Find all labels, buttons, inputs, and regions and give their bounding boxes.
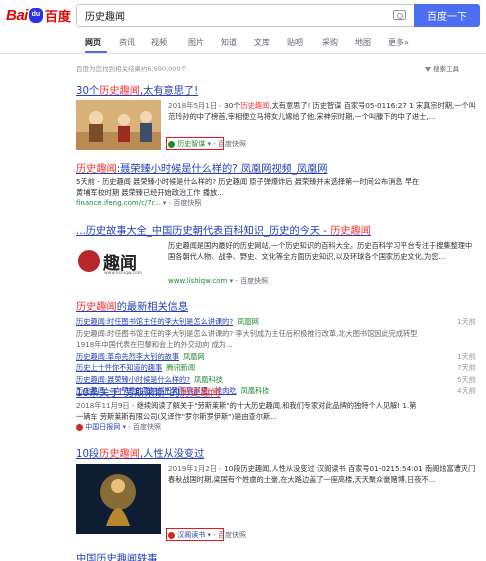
news-title[interactable]: 历史上十件你不知道的趣事 — [76, 362, 162, 374]
baidu-logo[interactable]: Bai du 百度 — [6, 5, 71, 25]
result-url[interactable]: www.lishiqw.com — [168, 277, 227, 285]
news-source: 腾讯新闻 — [166, 363, 196, 372]
result-count: 百度为您找到相关结果约6,690,000个 — [76, 65, 188, 73]
result-url[interactable]: finance.ifeng.com/c/7r... — [76, 199, 161, 207]
result-2-abstract: 5天前 - 历史趣闻 聂荣臻小时候是什么样的? 历史趣闻 原子弹爆炸后 聂荣臻并… — [76, 177, 420, 197]
source-name[interactable]: 汉阁读书 — [177, 531, 205, 539]
tab-video[interactable]: 视频 — [151, 37, 167, 48]
source-name[interactable]: 历史智谋 — [177, 140, 205, 148]
source-avatar-icon — [168, 531, 175, 539]
news-source: 凤凰网 — [237, 317, 259, 326]
search-tools-label: 搜索工具 — [433, 65, 459, 73]
result-6-thumbnail[interactable] — [76, 464, 161, 534]
logo-bai-text: Bai — [6, 6, 28, 24]
search-tabs: 网页 资讯 视频 图片 知道 文库 贴吧 采购 地图 更多» — [0, 30, 486, 54]
result-1-thumbnail[interactable] — [76, 100, 161, 150]
result-5: 10条关于"劳斯莱斯"的历史趣闻 2018年11月9日 - 继续阅读了解关于"劳… — [76, 387, 476, 433]
result-1-source: 历史智谋 ▾ - 百度快照 — [168, 139, 246, 150]
search-tools[interactable]: 搜索工具 — [425, 63, 459, 73]
news-title[interactable]: 历史趣闻:聂荣臻小时候是什么样的? — [76, 374, 190, 386]
logo-seal-icon — [78, 250, 100, 272]
logo-paw-text: du — [31, 10, 41, 18]
news-source: 凤凰网 — [183, 351, 205, 361]
news-block: 历史趣闻的最新相关信息 历史趣闻:时任图书馆主任的李大钊是怎么讲课的? 凤凰网 1天… — [76, 301, 476, 397]
news-date: 1天前 — [457, 351, 476, 361]
news-row[interactable]: 历史趣闻:聂荣臻小时候是什么样的? 凤凰科技 5天前 — [76, 374, 476, 386]
search-box — [76, 4, 414, 27]
result-3-source: www.lishiqw.com ▾ - 百度快照 — [168, 277, 269, 285]
snapshot-link[interactable]: 百度快照 — [173, 199, 201, 207]
tab-tieba[interactable]: 贴吧 — [287, 37, 303, 48]
result-5-abstract: 2018年11月9日 - 继续阅读了解关于"劳斯莱斯"的十大历史趣闻,和我们专家… — [76, 401, 417, 421]
logo-subtext: www.lishiqw.com — [104, 271, 143, 276]
snapshot-link[interactable]: 百度快照 — [133, 423, 161, 431]
paw-icon: du — [28, 7, 43, 23]
tab-wenku[interactable]: 文库 — [254, 37, 270, 48]
result-6: 10段历史趣闻,人性从没变过 2019年1月2日 - 10段历史趣闻,人性从没变… — [76, 448, 476, 541]
tab-web[interactable]: 网页 — [85, 37, 101, 48]
news-row[interactable]: 历史趣闻:革命先烈李大钊的故事 凤凰网 1天前 — [76, 351, 476, 363]
news-row[interactable]: 历史上十件你不知道的趣事 腾讯新闻 7天前 — [76, 362, 476, 374]
header: Bai du 百度 百度一下 — [0, 0, 486, 30]
result-1-abstract: 2018年5月1日 - 30个历史趣闻,太有意思了! 历史智谋 百家号05-01… — [168, 101, 476, 121]
tab-caigou[interactable]: 采购 — [322, 37, 338, 48]
news-title[interactable]: 历史趣闻:革命先烈李大钊的故事 — [76, 351, 179, 363]
result-3-title[interactable]: ...历史故事大全_中国历史朝代表百科知识_历史的今天 - 历史趣闻 — [76, 225, 476, 238]
filter-icon — [425, 66, 431, 72]
lishiqw-logo[interactable]: 趣闻 www.lishiqw.com — [76, 241, 161, 281]
tab-map[interactable]: 地图 — [355, 37, 371, 48]
tab-news[interactable]: 资讯 — [119, 37, 135, 48]
result-1-title[interactable]: 30个历史趣闻,太有意思了! — [76, 85, 476, 98]
result-5-title[interactable]: 10条关于"劳斯莱斯"的历史趣闻 — [76, 387, 476, 400]
snapshot-link[interactable]: 百度快照 — [218, 140, 246, 148]
search-button[interactable]: 百度一下 — [414, 4, 480, 27]
result-1: 30个历史趣闻,太有意思了! 2018年5月1日 - 30个历史趣闻,太有意思了… — [76, 85, 476, 150]
result-5-source: 中国日报网 ▾ - 百度快照 — [76, 422, 476, 433]
result-6-abstract: 2019年1月2日 - 10段历史趣闻,人性从没变过 汉阁读书 百家号01-02… — [168, 464, 476, 484]
source-avatar-icon — [168, 140, 175, 148]
news-source: 凤凰科技 — [194, 374, 223, 384]
source-avatar-icon — [76, 423, 83, 431]
snapshot-link[interactable]: 百度快照 — [240, 277, 268, 285]
result-7-title[interactable]: 中国历史趣闻轶事 — [76, 553, 476, 561]
result-3-abstract: 历史趣闻是国内最好的历史网站,一个历史知识的百科大全。历史百科学习平台专注于搜集… — [168, 241, 473, 261]
news-date: 5天前 — [457, 374, 476, 384]
news-title[interactable]: 历史趣闻:时任图书馆主任的李大钊是怎么讲课的? — [76, 316, 233, 328]
snapshot-link[interactable]: 百度快照 — [218, 531, 246, 539]
tab-zhidao[interactable]: 知道 — [221, 37, 237, 48]
search-input[interactable] — [77, 5, 377, 26]
result-2-title[interactable]: 历史趣闻:聂荣臻小时候是什么样的? 凤凰网视频_凤凰网 — [76, 163, 476, 176]
result-6-title[interactable]: 10段历史趣闻,人性从没变过 — [76, 448, 476, 461]
news-block-title[interactable]: 历史趣闻的最新相关信息 — [76, 301, 476, 314]
result-3: ...历史故事大全_中国历史朝代表百科知识_历史的今天 - 历史趣闻 趣闻 ww… — [76, 225, 476, 285]
news-row[interactable]: 历史趣闻:时任图书馆主任的李大钊是怎么讲课的? 凤凰网 1天前 — [76, 316, 476, 328]
source-name[interactable]: 中国日报网 — [85, 423, 120, 431]
result-2-source: finance.ifeng.com/c/7r... ▾ - 百度快照 — [76, 199, 202, 207]
active-tab-indicator — [85, 51, 107, 53]
result-7: 中国历史趣闻轶事 — [76, 553, 476, 561]
tab-more[interactable]: 更多» — [388, 37, 409, 48]
tab-images[interactable]: 图片 — [188, 37, 204, 48]
result-6-source: 汉阁读书 ▾ - 百度快照 — [168, 530, 246, 541]
logo-text: 趣闻 — [103, 253, 137, 274]
logo-cn-text: 百度 — [44, 9, 71, 25]
news-date: 1天前 — [457, 317, 476, 326]
result-2: 历史趣闻:聂荣臻小时候是什么样的? 凤凰网视频_凤凰网 5天前 - 历史趣闻 聂… — [76, 163, 476, 209]
news-date: 7天前 — [457, 363, 476, 372]
camera-icon[interactable] — [393, 10, 406, 20]
news-summary: 历史趣闻:时任图书馆主任的李大钊是怎么讲课的? 李大钊成为主任后积极推行改革,北… — [76, 328, 418, 350]
